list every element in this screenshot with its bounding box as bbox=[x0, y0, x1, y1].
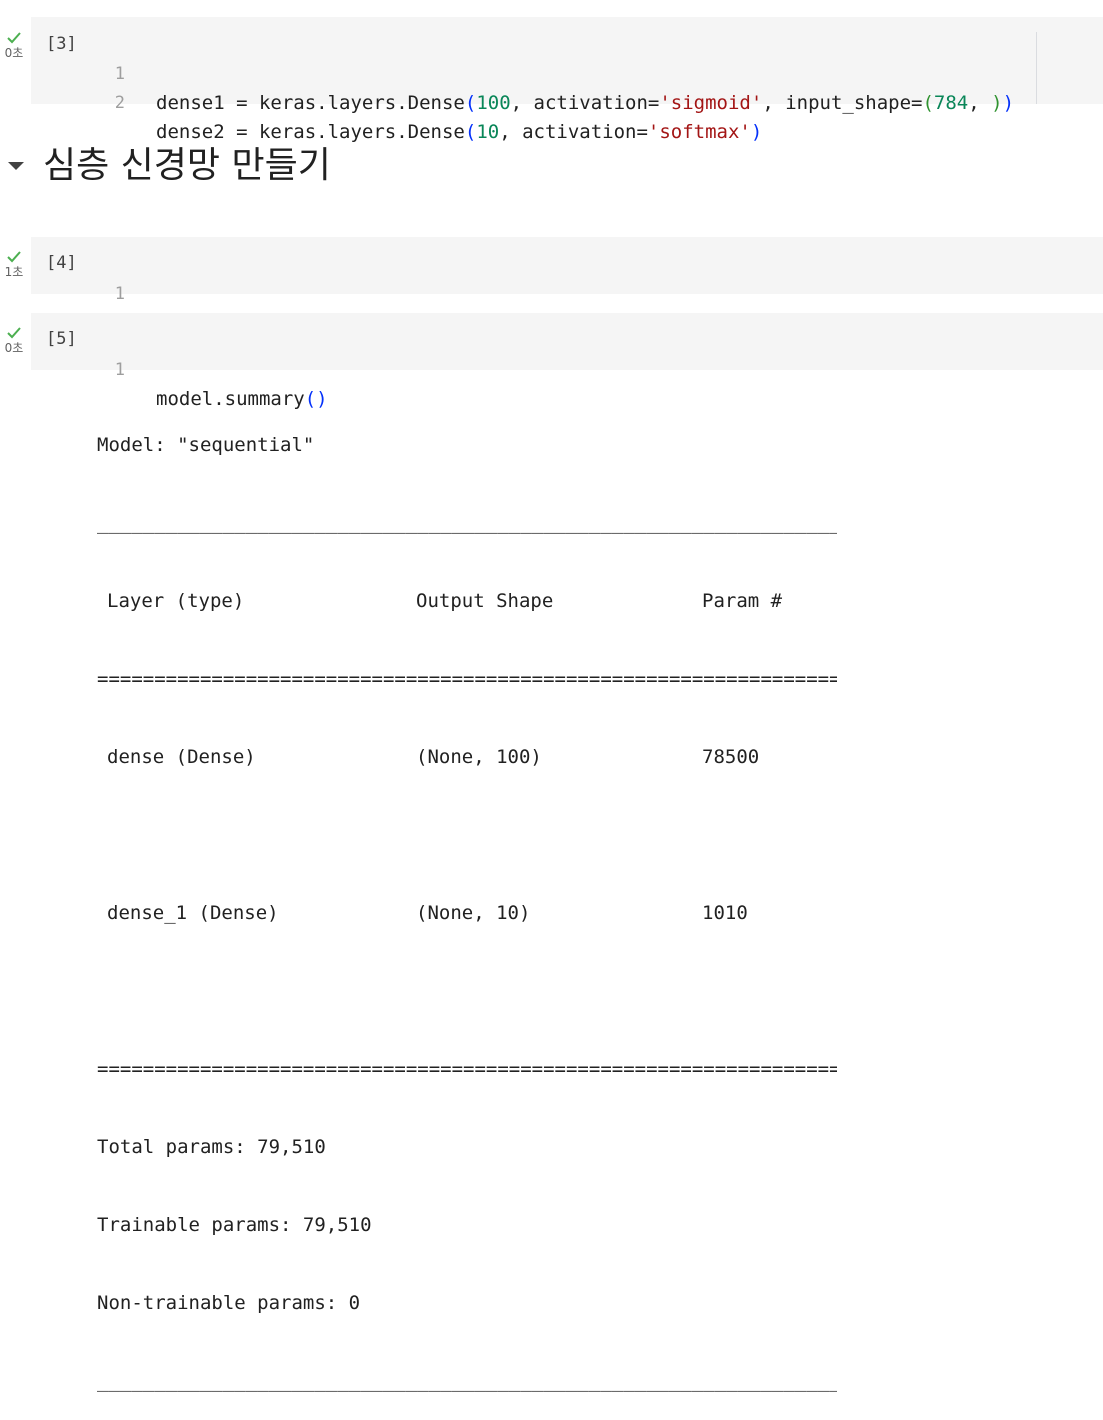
check-icon bbox=[0, 250, 28, 264]
line-number: 2 bbox=[114, 93, 125, 113]
execution-time: 0초 bbox=[4, 341, 24, 355]
code-token: 'sigmoid' bbox=[659, 92, 763, 114]
header-layer: Layer (type) bbox=[107, 590, 245, 612]
code-token: 10 bbox=[476, 121, 500, 143]
check-icon bbox=[0, 31, 28, 45]
layer-cell: dense (Dense) bbox=[107, 746, 256, 768]
cell-status: 1초 bbox=[0, 250, 28, 279]
collapse-caret-icon[interactable] bbox=[8, 162, 24, 170]
layer-cell: dense_1 (Dense) bbox=[107, 902, 279, 924]
code-token: 784 bbox=[933, 92, 969, 114]
table-row: dense_1 (Dense) (None, 10) 1010 bbox=[97, 900, 837, 926]
header-output-shape: Output Shape bbox=[416, 590, 554, 612]
code-token: , bbox=[968, 92, 992, 114]
code-token: ( bbox=[464, 92, 477, 114]
cell-output: Model: "sequential" ____________________… bbox=[97, 380, 837, 1420]
code-token: ( bbox=[922, 92, 934, 114]
rule-dashes: ________________________________________… bbox=[97, 1370, 837, 1392]
code-token: , input_shape= bbox=[762, 92, 923, 114]
shape-cell: (None, 10) bbox=[416, 902, 531, 924]
cell-divider bbox=[1036, 32, 1037, 104]
code-token: ) bbox=[750, 121, 763, 143]
code-cell[interactable]: [4] 1 model = keras.Sequential([dense1, … bbox=[31, 237, 1103, 334]
code-line: 1 model = keras.Sequential([dense1, dens… bbox=[31, 251, 1103, 334]
code-cell[interactable]: [3] 1 dense1 = keras.layers.Dense(100, a… bbox=[31, 17, 1103, 143]
cell-status: 0초 bbox=[0, 326, 28, 355]
line-number: 1 bbox=[114, 284, 125, 304]
model-name-line: Model: "sequential" bbox=[97, 434, 315, 456]
param-cell: 1010 bbox=[702, 902, 748, 924]
total-params: Total params: 79,510 bbox=[97, 1136, 326, 1158]
shape-cell: (None, 100) bbox=[416, 746, 542, 768]
code-text[interactable]: dense1 = keras.layers.Dense(100, activat… bbox=[156, 89, 1014, 118]
cell-status: 0초 bbox=[0, 31, 28, 60]
table-header-row: Layer (type) Output Shape Param # bbox=[97, 588, 837, 614]
execution-time: 0초 bbox=[4, 46, 24, 60]
rule-equals: ========================================… bbox=[97, 668, 837, 690]
trainable-params: Trainable params: 79,510 bbox=[97, 1214, 372, 1236]
code-token: 'softmax' bbox=[647, 121, 751, 143]
code-line: 1 dense1 = keras.layers.Dense(100, activ… bbox=[31, 31, 1103, 114]
execution-time: 1초 bbox=[4, 265, 24, 279]
code-token: , activation= bbox=[510, 92, 660, 114]
code-token: dense1 = keras.layers.Dense bbox=[156, 92, 465, 114]
code-cell[interactable]: [5] 1 model.summary() bbox=[31, 313, 1103, 410]
header-param: Param # bbox=[702, 590, 783, 612]
check-icon bbox=[0, 326, 28, 340]
code-line: 2 dense2 = keras.layers.Dense(10, activa… bbox=[31, 60, 1103, 143]
code-token: ( bbox=[464, 121, 477, 143]
section-title: 심층 신경망 만들기 bbox=[43, 145, 331, 186]
table-row: dense (Dense) (None, 100) 78500 bbox=[97, 744, 837, 770]
code-token: 100 bbox=[476, 92, 511, 114]
code-token: , activation= bbox=[499, 121, 648, 143]
code-token: ) bbox=[1002, 92, 1015, 114]
rule-equals: ========================================… bbox=[97, 1058, 837, 1080]
rule-dashes: ________________________________________… bbox=[97, 512, 837, 534]
param-cell: 78500 bbox=[702, 746, 760, 768]
code-line: 1 model.summary() bbox=[31, 327, 1103, 410]
non-trainable-params: Non-trainable params: 0 bbox=[97, 1292, 361, 1314]
code-token: ) bbox=[991, 92, 1003, 114]
